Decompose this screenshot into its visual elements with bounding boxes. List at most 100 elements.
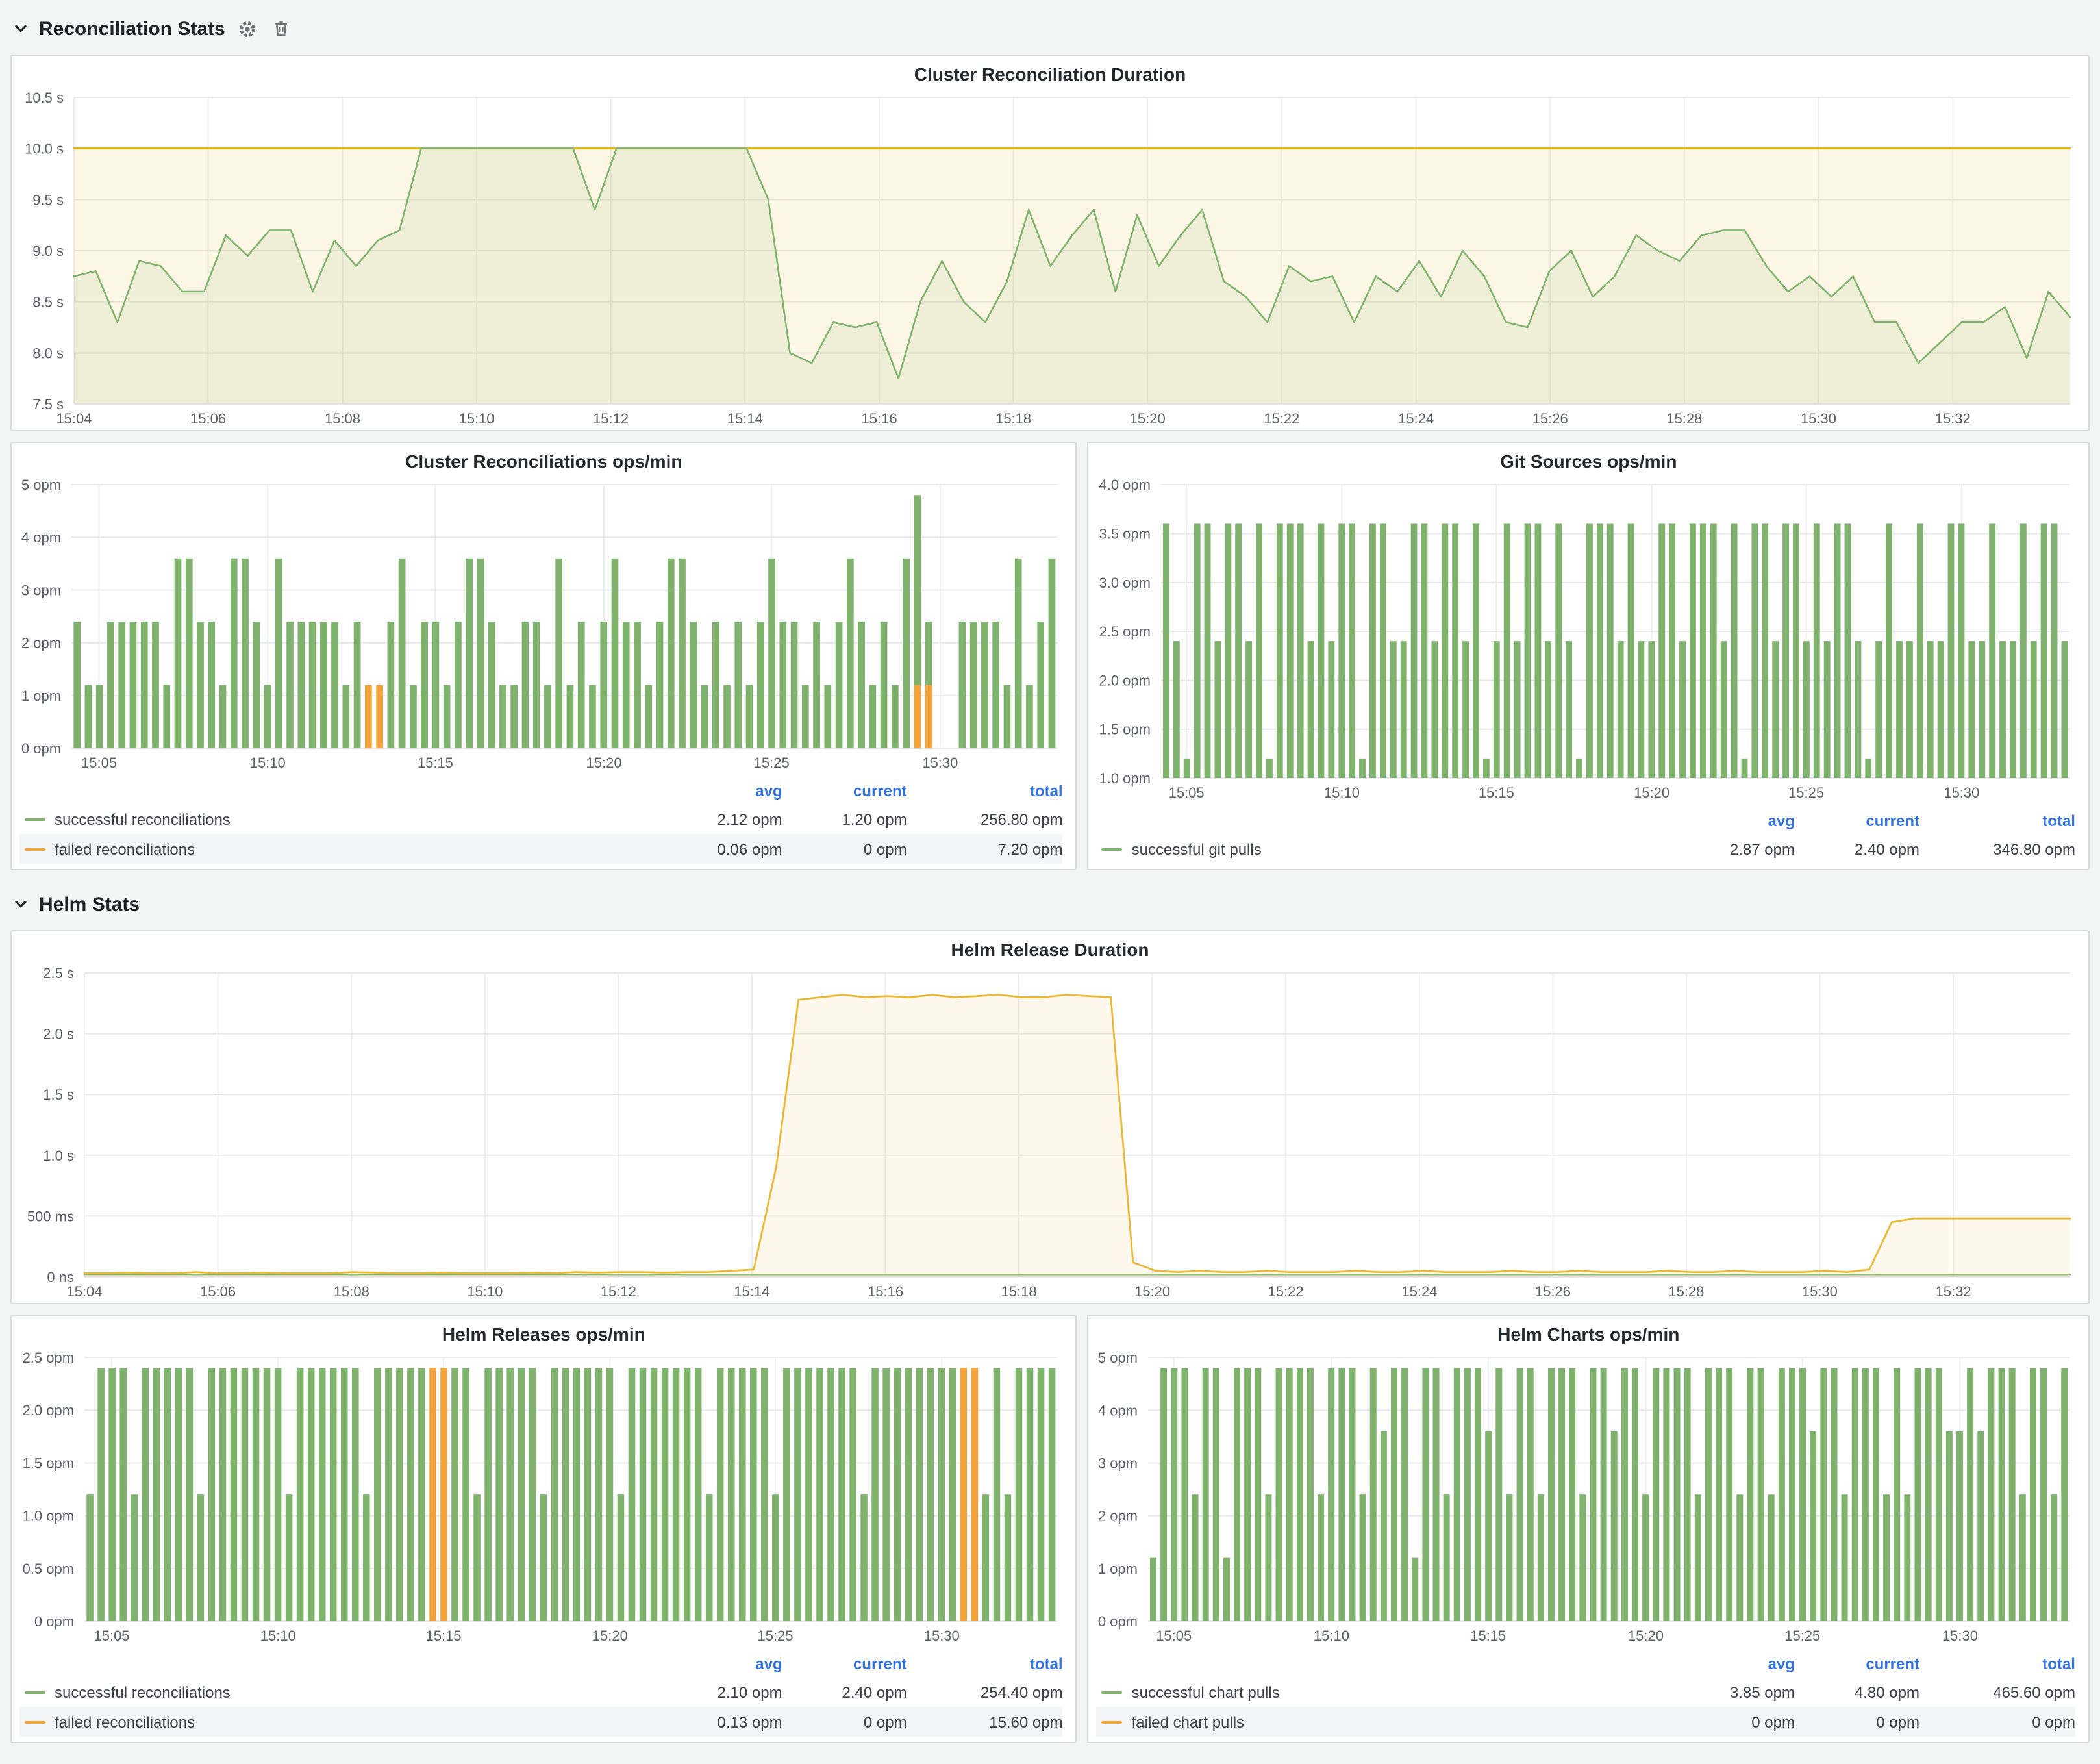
panel-title[interactable]: Helm Charts ops/min — [1089, 1316, 2088, 1347]
svg-text:3.5 opm: 3.5 opm — [1099, 525, 1151, 542]
section-header-helm-stats[interactable]: Helm Stats — [13, 886, 2090, 922]
svg-text:15:06: 15:06 — [190, 410, 226, 427]
panel-title[interactable]: Helm Release Duration — [12, 931, 2088, 963]
legend-total-value: 15.60 opm — [907, 1713, 1063, 1731]
svg-text:15:10: 15:10 — [260, 1628, 296, 1644]
svg-text:2.0 opm: 2.0 opm — [1099, 672, 1151, 688]
legend-header-total[interactable]: total — [1919, 811, 2075, 829]
svg-text:15:10: 15:10 — [1314, 1628, 1350, 1644]
trash-icon[interactable] — [269, 17, 293, 40]
svg-text:15:25: 15:25 — [754, 755, 790, 771]
svg-text:3.0 opm: 3.0 opm — [1099, 575, 1151, 591]
svg-text:1.0 opm: 1.0 opm — [1099, 770, 1151, 787]
legend-series-toggle[interactable]: successful reconciliations — [19, 810, 640, 828]
panel-helm-releases-opm: Helm Releases ops/min 15:0515:1015:1515:… — [10, 1315, 1077, 1743]
chevron-down-icon — [13, 896, 29, 912]
panel-title[interactable]: Helm Releases ops/min — [12, 1316, 1076, 1347]
legend-header-current[interactable]: current — [1795, 811, 1919, 829]
svg-text:15:10: 15:10 — [467, 1283, 503, 1300]
svg-text:15:30: 15:30 — [922, 755, 958, 771]
legend-series-toggle[interactable]: successful chart pulls — [1097, 1683, 1652, 1701]
legend-total-value: 0 opm — [1919, 1713, 2075, 1731]
legend-header-current[interactable]: current — [782, 1654, 907, 1672]
svg-text:15:05: 15:05 — [81, 755, 117, 771]
legend-series-toggle[interactable]: successful reconciliations — [19, 1683, 640, 1701]
svg-text:15:20: 15:20 — [592, 1628, 628, 1644]
svg-text:1.5 opm: 1.5 opm — [1099, 722, 1151, 738]
legend-header-total[interactable]: total — [1919, 1654, 2075, 1672]
legend-avg-value: 2.10 opm — [640, 1683, 782, 1701]
svg-text:4 opm: 4 opm — [21, 529, 61, 546]
svg-text:15:10: 15:10 — [1325, 785, 1360, 801]
svg-text:1 opm: 1 opm — [1098, 1561, 1138, 1577]
panel-title[interactable]: Cluster Reconciliation Duration — [12, 56, 2088, 87]
panel-cluster-reconciliation-duration: Cluster Reconciliation Duration 15:04 15:… — [10, 55, 2090, 431]
chevron-down-icon — [13, 21, 29, 36]
legend-current-value: 2.40 opm — [1795, 840, 1919, 858]
helm-releases-opm-chart[interactable]: 15:0515:1015:1515:2015:2515:300 opm0.5 o… — [12, 1347, 1076, 1647]
legend-series-toggle[interactable]: successful git pulls — [1097, 840, 1652, 858]
svg-text:15:22: 15:22 — [1264, 410, 1299, 427]
svg-text:15:32: 15:32 — [1936, 1283, 1971, 1300]
svg-text:0 ns: 0 ns — [47, 1269, 74, 1285]
legend-avg-value: 3.85 opm — [1652, 1683, 1795, 1701]
legend-header-total[interactable]: total — [907, 781, 1063, 800]
svg-text:15:10: 15:10 — [250, 755, 286, 771]
legend-header-avg[interactable]: avg — [640, 781, 782, 800]
svg-text:5 opm: 5 opm — [1098, 1350, 1138, 1366]
svg-text:15:24: 15:24 — [1401, 1283, 1437, 1300]
legend-series-toggle[interactable]: failed reconciliations — [19, 840, 640, 858]
svg-text:15:18: 15:18 — [1001, 1283, 1037, 1300]
svg-text:2.0 s: 2.0 s — [43, 1026, 74, 1042]
legend-row-failed-reconciliations: failed reconciliations 0.06 opm 0 opm 7.… — [19, 834, 1063, 864]
svg-text:2 opm: 2 opm — [21, 635, 61, 651]
svg-text:8.0 s: 8.0 s — [32, 345, 64, 361]
svg-text:15:20: 15:20 — [1629, 1628, 1664, 1644]
panel-git-sources-opm: Git Sources ops/min 15:0515:1015:1515:20… — [1088, 442, 2090, 870]
series-color-icon — [1102, 848, 1123, 850]
legend-row-successful-reconciliations: successful reconciliations 2.10 opm 2.40… — [19, 1677, 1063, 1707]
legend-total-value: 7.20 opm — [907, 840, 1063, 858]
svg-text:15:15: 15:15 — [418, 755, 453, 771]
legend-series-toggle[interactable]: failed chart pulls — [1097, 1713, 1652, 1731]
helm-release-duration-chart[interactable]: 15:0415:0615:0815:1015:1215:1415:1615:18… — [12, 963, 2088, 1303]
svg-text:2.5 s: 2.5 s — [43, 965, 74, 981]
panel-cluster-reconciliations-opm: Cluster Reconciliations ops/min 15:05 15:… — [10, 442, 1077, 870]
svg-text:15:04: 15:04 — [56, 410, 92, 427]
svg-text:0 opm: 0 opm — [21, 740, 61, 757]
dashboard-body: Reconciliation Stats Cluster Reconciliat… — [0, 0, 2100, 1764]
section-title: Helm Stats — [39, 893, 140, 915]
legend-current-value: 0 opm — [1795, 1713, 1919, 1731]
svg-text:15:25: 15:25 — [1789, 785, 1825, 801]
legend-avg-value: 0.13 opm — [640, 1713, 782, 1731]
section-header-reconciliation-stats[interactable]: Reconciliation Stats — [13, 10, 2090, 47]
cluster-reconciliations-opm-chart[interactable]: 15:0515:1015:1515:2015:2515:300 opm1 opm… — [12, 474, 1076, 774]
svg-text:15:18: 15:18 — [995, 410, 1031, 427]
legend-avg-value: 2.87 opm — [1652, 840, 1795, 858]
panel-title[interactable]: Cluster Reconciliations ops/min — [12, 443, 1076, 474]
git-sources-opm-chart[interactable]: 15:0515:1015:1515:2015:2515:301.0 opm1.5… — [1089, 474, 2088, 804]
svg-text:15:22: 15:22 — [1268, 1283, 1304, 1300]
legend: avg current total successful reconciliat… — [12, 774, 1076, 869]
legend-current-value: 2.40 opm — [782, 1683, 907, 1701]
svg-text:1.0 opm: 1.0 opm — [23, 1508, 74, 1524]
cluster-reconciliation-duration-chart[interactable]: 15:0415:0615:0815:1015:1215:1415:1615:18… — [12, 87, 2088, 430]
svg-text:15:20: 15:20 — [1130, 410, 1166, 427]
legend-header-current[interactable]: current — [782, 781, 907, 800]
panel-title[interactable]: Git Sources ops/min — [1089, 443, 2088, 474]
helm-charts-opm-chart[interactable]: 15:0515:1015:1515:2015:2515:300 opm1 opm… — [1089, 1347, 2088, 1647]
legend: avg current total successful reconciliat… — [12, 1647, 1076, 1742]
legend-row-successful-chart-pulls: successful chart pulls 3.85 opm 4.80 opm… — [1097, 1677, 2075, 1707]
svg-text:8.5 s: 8.5 s — [32, 294, 64, 310]
svg-text:10.0 s: 10.0 s — [25, 141, 64, 157]
legend-total-value: 346.80 opm — [1919, 840, 2075, 858]
svg-text:15:30: 15:30 — [1802, 1283, 1838, 1300]
legend-header-avg[interactable]: avg — [1652, 811, 1795, 829]
legend-header-avg[interactable]: avg — [1652, 1654, 1795, 1672]
gear-icon[interactable] — [236, 17, 259, 40]
legend-header-current[interactable]: current — [1795, 1654, 1919, 1672]
svg-text:15:12: 15:12 — [601, 1283, 636, 1300]
legend-header-avg[interactable]: avg — [640, 1654, 782, 1672]
legend-header-total[interactable]: total — [907, 1654, 1063, 1672]
legend-series-toggle[interactable]: failed reconciliations — [19, 1713, 640, 1731]
